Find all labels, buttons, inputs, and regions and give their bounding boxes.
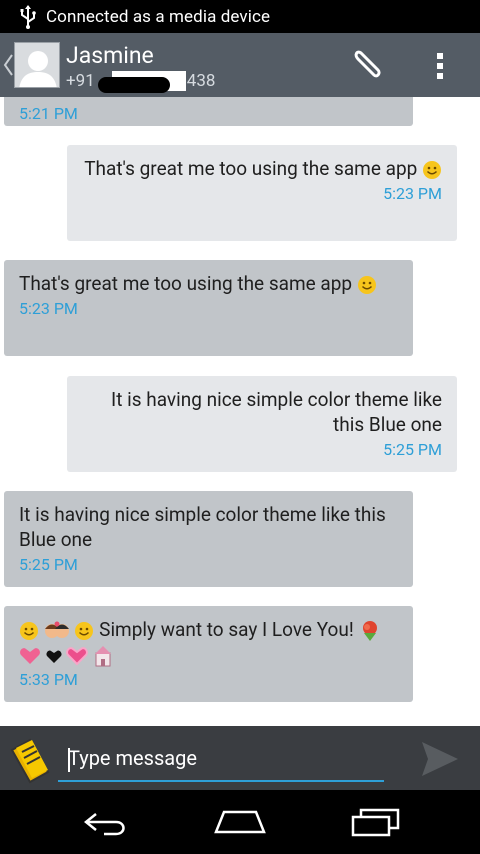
system-navigation-bar <box>0 790 480 854</box>
home-nav-icon[interactable] <box>212 806 268 838</box>
message-list[interactable]: 5:21 PM That's great me too using the sa… <box>0 97 480 726</box>
message-text: It is having nice simple color theme lik… <box>111 388 442 436</box>
message-time: 5:25 PM <box>19 555 78 574</box>
wedding-emoji-icon <box>95 645 112 667</box>
message-time: 5:25 PM <box>383 440 442 459</box>
sparkling-heart-emoji-icon <box>20 648 40 664</box>
message-bubble-outgoing[interactable]: It is having nice simple color theme lik… <box>67 376 457 472</box>
contact-number-prefix: +91 <box>66 71 95 91</box>
message-input[interactable] <box>58 736 384 782</box>
contact-number-suffix: 438 <box>186 71 216 91</box>
smiley-emoji-icon <box>75 621 94 640</box>
note-icon[interactable] <box>4 734 52 784</box>
smiley-emoji-icon <box>20 621 38 640</box>
status-bar: Connected as a media device <box>0 0 480 33</box>
message-text: That's great me too using the same app <box>19 272 353 295</box>
message-text: Simply want to say I Love You! <box>99 618 354 641</box>
overflow-menu-icon[interactable] <box>434 51 446 81</box>
message-bubble-incoming[interactable]: That's great me too using the same app 5… <box>4 260 413 356</box>
redaction-mask-dark <box>98 77 170 93</box>
message-bubble-outgoing[interactable]: That's great me too using the same app 5… <box>67 145 457 241</box>
recents-nav-icon[interactable] <box>350 806 402 838</box>
contact-name[interactable]: Jasmine <box>66 42 154 69</box>
message-time: 5:33 PM <box>19 670 78 689</box>
contact-avatar[interactable] <box>14 42 60 88</box>
conversation-header: Jasmine +91 438 <box>0 33 480 97</box>
screen: Connected as a media device Jasmine +91 4… <box>0 0 480 854</box>
message-composer <box>0 726 480 790</box>
heart-emoji-icon <box>66 647 89 666</box>
smiley-emoji-icon <box>423 160 441 179</box>
message-time: 5:23 PM <box>383 184 442 203</box>
text-cursor <box>68 748 70 772</box>
message-text: That's great me too using the same app <box>84 157 418 180</box>
smiley-emoji-icon <box>357 275 376 294</box>
usb-icon <box>20 4 36 29</box>
rose-bouquet-emoji-icon <box>363 620 378 641</box>
send-icon[interactable] <box>420 740 460 778</box>
paperclip-icon[interactable] <box>344 45 388 85</box>
kissing-couple-emoji-icon <box>44 621 69 638</box>
message-bubble-incoming[interactable]: 5:21 PM <box>4 97 413 126</box>
back-nav-icon[interactable] <box>82 806 130 838</box>
back-chevron-icon[interactable] <box>2 53 14 77</box>
black-heart-emoji-icon <box>46 650 62 663</box>
status-text: Connected as a media device <box>46 6 271 27</box>
person-silhouette-icon <box>19 51 57 87</box>
message-bubble-incoming[interactable]: It is having nice simple color theme lik… <box>4 491 413 587</box>
message-time: 5:21 PM <box>19 104 78 123</box>
message-bubble-incoming[interactable]: Simply want to say I Love You! 5:33 PM <box>4 606 413 702</box>
message-time: 5:23 PM <box>19 299 78 318</box>
message-text: It is having nice simple color theme lik… <box>19 503 386 551</box>
